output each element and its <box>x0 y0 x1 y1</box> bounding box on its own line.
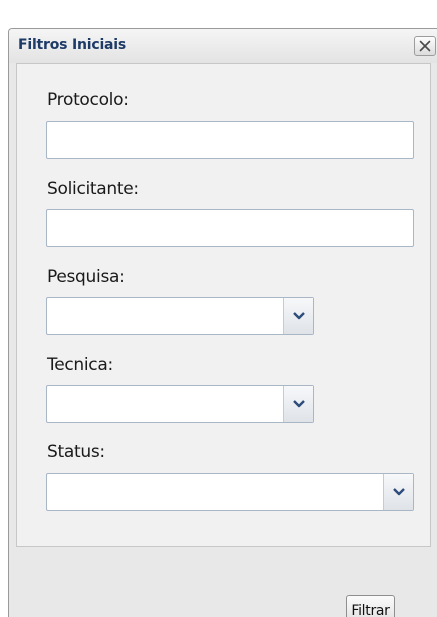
dialog-titlebar[interactable]: Filtros Iniciais <box>9 29 437 63</box>
tecnica-dropdown-button[interactable] <box>283 386 313 422</box>
pesquisa-select[interactable] <box>46 297 314 335</box>
protocolo-label: Protocolo: <box>47 90 129 110</box>
filter-form-panel: Protocolo: Solicitante: Pesquisa: Tecnic… <box>16 63 431 547</box>
tecnica-select[interactable] <box>46 385 314 423</box>
filter-dialog: Filtros Iniciais Protocolo: Solicitante:… <box>8 28 437 617</box>
protocolo-input[interactable] <box>46 121 414 159</box>
solicitante-label: Solicitante: <box>47 179 139 199</box>
chevron-down-icon <box>393 488 405 496</box>
filter-button[interactable]: Filtrar <box>346 595 395 617</box>
pesquisa-dropdown-button[interactable] <box>283 298 313 334</box>
chevron-down-icon <box>293 400 305 408</box>
status-dropdown-button[interactable] <box>383 474 413 510</box>
pesquisa-label: Pesquisa: <box>47 267 125 287</box>
dialog-title: Filtros Iniciais <box>18 37 127 53</box>
chevron-down-icon <box>293 312 305 320</box>
status-select[interactable] <box>46 473 414 511</box>
solicitante-input[interactable] <box>46 209 414 247</box>
tecnica-label: Tecnica: <box>47 355 113 375</box>
close-icon <box>419 40 431 52</box>
status-label: Status: <box>47 442 105 462</box>
close-button[interactable] <box>414 36 436 56</box>
